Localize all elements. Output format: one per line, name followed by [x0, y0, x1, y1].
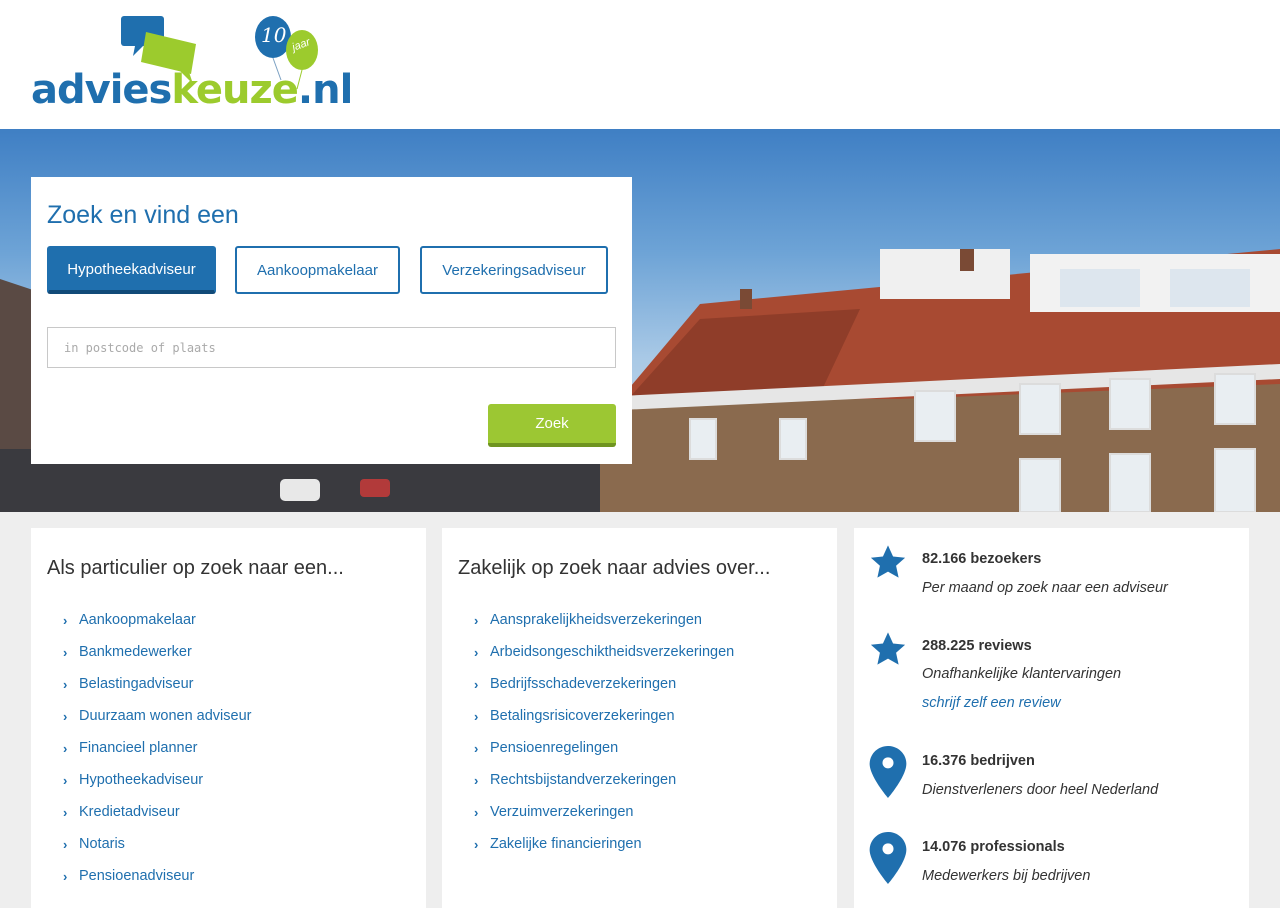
particulier-link[interactable]: Duurzaam wonen adviseur [79, 708, 251, 724]
particulier-list: › Aankoopmakelaar › Bankmedewerker › Belast… [63, 604, 251, 892]
zakelijk-link[interactable]: Betalingsrisicoverzekeringen [490, 708, 675, 724]
particulier-link[interactable]: Hypotheekadviseur [79, 772, 203, 788]
chevron-right-icon: › [474, 644, 479, 660]
particulier-link[interactable]: Bankmedewerker [79, 644, 192, 660]
list-item[interactable]: › Verzuimverzekeringen [474, 796, 734, 828]
particulier-link[interactable]: Belastingadviseur [79, 676, 193, 692]
list-item[interactable]: › Aankoopmakelaar [63, 604, 251, 636]
stat-number: 16.376 bedrijven [922, 753, 1035, 769]
zoek-button[interactable]: Zoek [488, 404, 616, 447]
chevron-right-icon: › [474, 676, 479, 692]
particulier-link[interactable]: Financieel planner [79, 740, 198, 756]
list-item[interactable]: › Rechtsbijstandverzekeringen [474, 764, 734, 796]
zakelijk-title: Zakelijk op zoek naar advies over... [458, 557, 771, 579]
stat-number: 82.166 bezoekers [922, 551, 1042, 567]
particulier-card: Als particulier op zoek naar een... › Aan… [31, 528, 426, 908]
zakelijk-link[interactable]: Zakelijke financieringen [490, 836, 642, 852]
zakelijk-link[interactable]: Arbeidsongeschiktheidsverzekeringen [490, 644, 734, 660]
list-item[interactable]: › Kredietadviseur [63, 796, 251, 828]
chevron-right-icon: › [63, 612, 68, 628]
chevron-right-icon: › [63, 836, 68, 852]
list-item[interactable]: › Financieel planner [63, 732, 251, 764]
search-title: Zoek en vind een [47, 201, 239, 229]
chevron-right-icon: › [63, 868, 68, 884]
chevron-right-icon: › [63, 740, 68, 756]
advieskeuze-logo[interactable]: 10 jaar advieskeuze.nl [31, 14, 353, 110]
zakelijk-link[interactable]: Rechtsbijstandverzekeringen [490, 772, 676, 788]
logo-badge-number: 10 [261, 23, 287, 47]
chevron-right-icon: › [474, 804, 479, 820]
chevron-right-icon: › [474, 708, 479, 724]
stat-description: Medewerkers bij bedrijven [922, 868, 1091, 884]
list-item[interactable]: › Pensioenregelingen [474, 732, 734, 764]
particulier-title: Als particulier op zoek naar een... [47, 557, 344, 579]
chevron-right-icon: › [474, 772, 479, 788]
particulier-link[interactable]: Aankoopmakelaar [79, 612, 196, 628]
list-item[interactable]: › Notaris [63, 828, 251, 860]
list-item[interactable]: › Hypotheekadviseur [63, 764, 251, 796]
tab-aankoopmakelaar[interactable]: Aankoopmakelaar [235, 246, 400, 294]
tab-hypotheekadviseur[interactable]: Hypotheekadviseur [47, 246, 216, 294]
map-pin-icon [869, 832, 907, 884]
list-item[interactable]: › Betalingsrisicoverzekeringen [474, 700, 734, 732]
stats-card: 82.166 bezoekers Per maand op zoek naar … [854, 528, 1249, 908]
stat-description: Onafhankelijke klantervaringen [922, 666, 1122, 682]
zakelijk-link[interactable]: Aansprakelijkheidsverzekeringen [490, 612, 702, 628]
stat-description: Per maand op zoek naar een adviseur [922, 580, 1168, 596]
search-panel: Zoek en vind een Hypotheekadviseur Aanko… [31, 177, 632, 464]
zakelijk-link[interactable]: Bedrijfsschadeverzekeringen [490, 676, 676, 692]
map-pin-icon [869, 746, 907, 798]
chevron-right-icon: › [474, 836, 479, 852]
chevron-right-icon: › [63, 804, 68, 820]
list-item[interactable]: › Duurzaam wonen adviseur [63, 700, 251, 732]
chevron-right-icon: › [63, 708, 68, 724]
star-icon [870, 632, 906, 665]
stat-number: 288.225 reviews [922, 638, 1032, 654]
list-item[interactable]: › Pensioenadviseur [63, 860, 251, 892]
list-item[interactable]: › Arbeidsongeschiktheidsverzekeringen [474, 636, 734, 668]
particulier-link[interactable]: Notaris [79, 836, 125, 852]
zakelijk-link[interactable]: Verzuimverzekeringen [490, 804, 633, 820]
location-search-input[interactable] [47, 327, 616, 368]
particulier-link[interactable]: Kredietadviseur [79, 804, 180, 820]
list-item[interactable]: › Bedrijfsschadeverzekeringen [474, 668, 734, 700]
chevron-right-icon: › [63, 772, 68, 788]
site-header: 10 jaar advieskeuze.nl [0, 0, 1280, 129]
write-review-link[interactable]: schrijf zelf een review [922, 695, 1061, 711]
list-item[interactable]: › Aansprakelijkheidsverzekeringen [474, 604, 734, 636]
list-item[interactable]: › Belastingadviseur [63, 668, 251, 700]
stat-number: 14.076 professionals [922, 839, 1065, 855]
tab-verzekeringsadviseur[interactable]: Verzekeringsadviseur [420, 246, 608, 294]
chevron-right-icon: › [63, 644, 68, 660]
star-icon [870, 545, 906, 578]
zakelijk-list: › Aansprakelijkheidsverzekeringen › Arbeid… [474, 604, 734, 860]
particulier-link[interactable]: Pensioenadviseur [79, 868, 194, 884]
logo-wordmark: advieskeuze.nl [31, 67, 353, 113]
list-item[interactable]: › Bankmedewerker [63, 636, 251, 668]
list-item[interactable]: › Zakelijke financieringen [474, 828, 734, 860]
zakelijk-link[interactable]: Pensioenregelingen [490, 740, 618, 756]
chevron-right-icon: › [63, 676, 68, 692]
chevron-right-icon: › [474, 612, 479, 628]
zakelijk-card: Zakelijk op zoek naar advies over... › Aa… [442, 528, 837, 908]
chevron-right-icon: › [474, 740, 479, 756]
stat-description: Dienstverleners door heel Nederland [922, 782, 1159, 798]
